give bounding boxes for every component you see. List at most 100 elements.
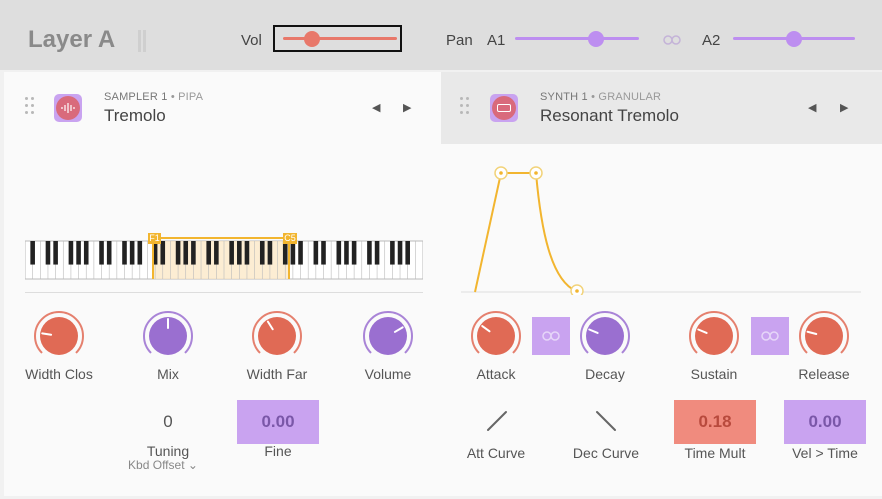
- a1-slider-thumb[interactable]: [587, 31, 604, 47]
- decay-point-dot: [534, 171, 538, 175]
- knob-body: [695, 317, 733, 355]
- prev-preset-icon[interactable]: ◀: [372, 101, 380, 114]
- sampler-type: SAMPLER 1: [104, 91, 168, 103]
- drag-handle-icon[interactable]: [460, 97, 470, 117]
- synth-knob-1[interactable]: [579, 310, 631, 362]
- keyboard[interactable]: [25, 231, 423, 281]
- a2-label: A2: [702, 32, 721, 49]
- keyboard-key: [183, 241, 189, 265]
- kbd-offset-dropdown[interactable]: Kbd Offset ⌄: [108, 458, 218, 472]
- knob-body: [805, 317, 843, 355]
- keyboard-key: [99, 241, 104, 265]
- synth-knob-3[interactable]: [798, 310, 850, 362]
- link-icon[interactable]: [663, 34, 681, 46]
- keyboard-key: [45, 241, 51, 265]
- divider: [25, 292, 423, 293]
- keyboard-key: [53, 241, 58, 265]
- envelope-curve: [474, 172, 577, 293]
- dec-curve-icon[interactable]: [593, 408, 619, 434]
- a2-slider[interactable]: [733, 30, 855, 48]
- attack-point-dot: [499, 171, 503, 175]
- keyboard-key: [390, 241, 395, 265]
- attack-decay-link[interactable]: [532, 317, 570, 355]
- synth-knob-0[interactable]: [470, 310, 522, 362]
- keyboard-key: [206, 241, 211, 265]
- synth-type: SYNTH 1: [540, 91, 588, 103]
- keyboard-key: [137, 241, 143, 265]
- vol-focus-outline: [273, 25, 402, 52]
- sampler-knob-3[interactable]: [362, 310, 414, 362]
- keyboard-key: [129, 241, 135, 265]
- synth-knob-2[interactable]: [688, 310, 740, 362]
- link-icon: [761, 331, 779, 341]
- keyboard-key: [290, 241, 296, 265]
- time-mult-label: Time Mult: [684, 445, 746, 461]
- keyboard-key: [244, 241, 250, 265]
- chevron-down-icon: ⌄: [187, 458, 198, 472]
- layer-title: Layer A: [28, 26, 116, 53]
- tuning-value[interactable]: 0: [138, 412, 198, 432]
- keyboard-key: [175, 241, 181, 265]
- keyboard-key: [267, 241, 273, 265]
- prev-preset-icon[interactable]: ◀: [808, 101, 816, 114]
- synth-knob-label-1: Decay: [585, 366, 625, 382]
- sampler-knob-label-3: Volume: [364, 366, 412, 382]
- sampler-knob-0[interactable]: [33, 310, 85, 362]
- vol-label: Vol: [241, 32, 262, 49]
- layer-handle-icon: [138, 30, 148, 52]
- keyboard-key: [229, 241, 234, 265]
- knob-body: [369, 317, 407, 355]
- next-preset-icon[interactable]: ▶: [840, 101, 848, 114]
- vel-time-label: Vel > Time: [792, 445, 858, 461]
- sampler-knob-1[interactable]: [142, 310, 194, 362]
- dec-curve-label: Dec Curve: [572, 445, 640, 461]
- synth-knob-label-3: Release: [798, 366, 850, 382]
- keyboard-key: [68, 241, 74, 265]
- a1-slider-track: [515, 37, 639, 40]
- keyboard-key: [405, 241, 410, 265]
- fine-value[interactable]: 0.00: [237, 400, 319, 444]
- time-mult-value[interactable]: 0.18: [674, 400, 756, 444]
- knob-body: [477, 317, 515, 355]
- a2-slider-thumb[interactable]: [786, 31, 802, 47]
- keyboard-key: [191, 241, 196, 265]
- sustain-release-link[interactable]: [751, 317, 789, 355]
- sampler-kicker: SAMPLER 1 • PIPA: [104, 91, 203, 103]
- keyboard-key: [214, 241, 219, 265]
- keyboard-key: [160, 241, 166, 265]
- a1-label: A1: [487, 32, 506, 49]
- keyboard-key: [259, 241, 265, 265]
- keyboard-key: [313, 241, 319, 265]
- keyboard-key: [83, 241, 89, 265]
- pan-label: Pan: [446, 32, 473, 49]
- tuning-label: Tuning: [146, 443, 190, 459]
- drag-handle-icon[interactable]: [25, 97, 35, 117]
- sampler-sub: • PIPA: [170, 91, 204, 103]
- sampler-knob-label-0: Width Clos: [25, 366, 93, 382]
- range-low-marker[interactable]: F1: [148, 233, 161, 244]
- keyboard-key: [30, 241, 35, 265]
- envelope-graph[interactable]: [461, 160, 861, 295]
- keyboard-key: [397, 241, 403, 265]
- range-high-marker[interactable]: C5: [283, 233, 297, 244]
- sampler-preset-name[interactable]: Tremolo: [104, 106, 166, 126]
- keyboard-key: [344, 241, 349, 265]
- knob-body: [586, 317, 624, 355]
- fine-label: Fine: [264, 443, 292, 459]
- link-icon: [542, 331, 560, 341]
- keyboard-key: [367, 241, 372, 265]
- synth-preset-name[interactable]: Resonant Tremolo: [540, 106, 679, 126]
- att-curve-icon[interactable]: [484, 408, 510, 434]
- sampler-knob-2[interactable]: [251, 310, 303, 362]
- next-preset-icon[interactable]: ▶: [403, 101, 411, 114]
- vel-time-value[interactable]: 0.00: [784, 400, 866, 444]
- att-curve-label: Att Curve: [466, 445, 526, 461]
- keyboard-key: [282, 241, 288, 265]
- keyboard-key: [336, 241, 342, 265]
- synth-kicker: SYNTH 1 • GRANULAR: [540, 91, 661, 103]
- keyboard-key: [374, 241, 380, 265]
- sampler-panel: [4, 72, 441, 496]
- sampler-knob-label-1: Mix: [157, 366, 179, 382]
- knob-pointer: [41, 332, 53, 336]
- a1-slider[interactable]: [515, 30, 639, 48]
